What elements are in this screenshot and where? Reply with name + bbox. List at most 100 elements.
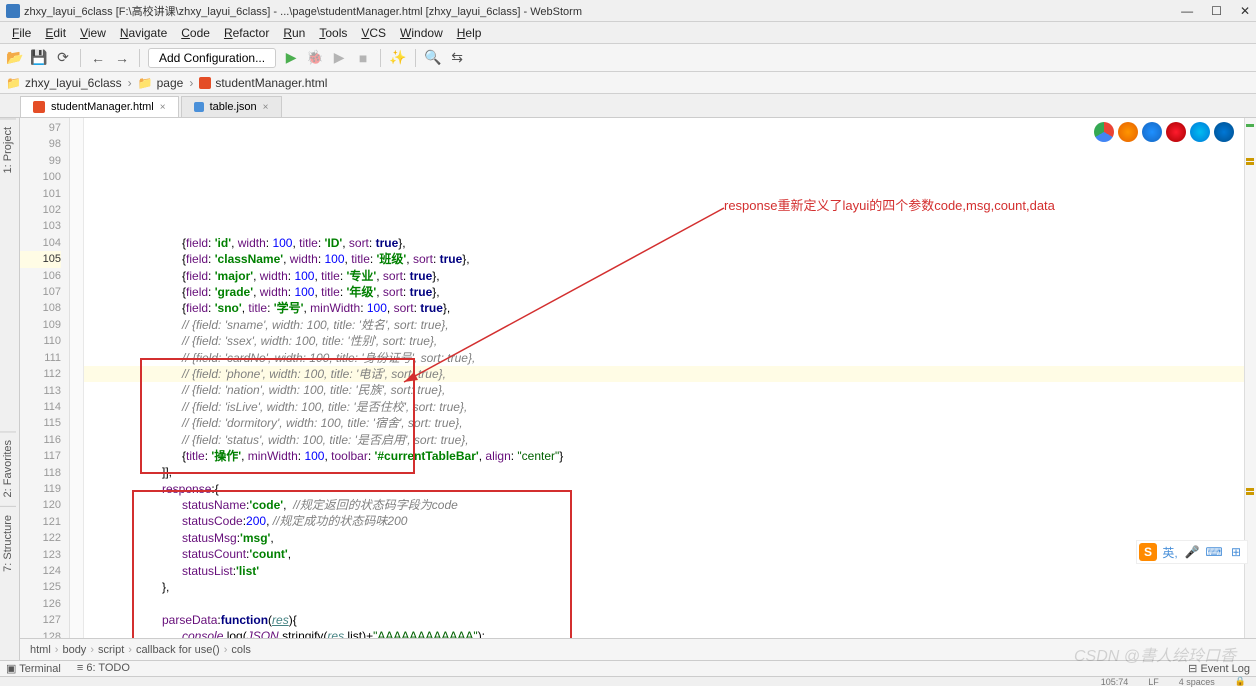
- ime-toolbar: S 英, 🎤 ⌨ ⊞: [1136, 540, 1248, 564]
- code-line[interactable]: {title: '操作', minWidth: 100, toolbar: '#…: [84, 448, 1256, 464]
- save-icon[interactable]: 💾: [30, 49, 48, 67]
- menu-file[interactable]: File: [6, 24, 37, 42]
- sogou-icon[interactable]: S: [1139, 543, 1157, 561]
- ime-lang[interactable]: 英,: [1161, 543, 1179, 561]
- code-line[interactable]: statusMsg:'msg',: [84, 530, 1256, 546]
- ie-icon[interactable]: [1190, 122, 1210, 142]
- code-line[interactable]: {field: 'sno', title: '学号', minWidth: 10…: [84, 300, 1256, 316]
- add-configuration-button[interactable]: Add Configuration...: [148, 48, 276, 68]
- grid-icon[interactable]: ⊞: [1227, 543, 1245, 561]
- separator: [139, 49, 140, 67]
- folder-page[interactable]: 📁page: [138, 76, 184, 90]
- open-icon[interactable]: 📂: [6, 49, 24, 67]
- menu-bar: FileEditViewNavigateCodeRefactorRunTools…: [0, 22, 1256, 44]
- code-line[interactable]: statusCount:'count',: [84, 546, 1256, 562]
- stop-icon[interactable]: ■: [354, 49, 372, 67]
- menu-navigate[interactable]: Navigate: [114, 24, 173, 42]
- tab-tablejson[interactable]: table.json ×: [181, 96, 282, 117]
- code-line[interactable]: // {field: 'dormitory', width: 100, titl…: [84, 415, 1256, 431]
- maximize-button[interactable]: ☐: [1211, 4, 1222, 18]
- code-line[interactable]: {field: 'major', width: 100, title: '专业'…: [84, 268, 1256, 284]
- menu-window[interactable]: Window: [394, 24, 449, 42]
- code-line[interactable]: parseData:function(res){: [84, 612, 1256, 628]
- menu-edit[interactable]: Edit: [39, 24, 72, 42]
- safari-icon[interactable]: [1142, 122, 1162, 142]
- separator: [80, 49, 81, 67]
- code-line[interactable]: response:{: [84, 481, 1256, 497]
- warning-mark[interactable]: [1246, 162, 1254, 165]
- minimize-button[interactable]: —: [1181, 4, 1193, 18]
- code-line[interactable]: ]],: [84, 464, 1256, 480]
- json-icon: [194, 102, 204, 112]
- code-line[interactable]: },: [84, 579, 1256, 595]
- code-line[interactable]: {field: 'grade', width: 100, title: '年级'…: [84, 284, 1256, 300]
- project-tool[interactable]: 1: Project: [0, 118, 16, 181]
- lock-icon[interactable]: 🔒: [1235, 676, 1246, 687]
- warning-mark[interactable]: [1246, 488, 1254, 491]
- menu-run[interactable]: Run: [277, 24, 311, 42]
- opera-icon[interactable]: [1166, 122, 1186, 142]
- code-line[interactable]: statusName:'code', //规定返回的状态码字段为code: [84, 497, 1256, 513]
- keyboard-icon[interactable]: ⌨: [1205, 543, 1223, 561]
- forward-icon[interactable]: →: [113, 49, 131, 67]
- close-icon[interactable]: ×: [263, 102, 269, 113]
- structure-tool[interactable]: 7: Structure: [0, 506, 16, 580]
- breadcrumb-item[interactable]: script: [94, 644, 128, 656]
- code-line[interactable]: {field: 'className', width: 100, title: …: [84, 251, 1256, 267]
- todo-tool[interactable]: ≡ 6: TODO: [77, 662, 130, 675]
- code-line[interactable]: statusList:'list': [84, 563, 1256, 579]
- debug-icon[interactable]: 🐞: [306, 49, 324, 67]
- code-line[interactable]: console.log(JSON.stringify(res.list)+"AA…: [84, 628, 1256, 638]
- code-line[interactable]: // {field: 'nation', width: 100, title: …: [84, 382, 1256, 398]
- favorites-tool[interactable]: 2: Favorites: [0, 431, 16, 505]
- refresh-icon[interactable]: ⟳: [54, 49, 72, 67]
- code-line[interactable]: // {field: 'cardNo', width: 100, title: …: [84, 350, 1256, 366]
- menu-tools[interactable]: Tools: [313, 24, 353, 42]
- line-separator: LF: [1148, 677, 1159, 687]
- menu-view[interactable]: View: [74, 24, 112, 42]
- code-line[interactable]: // {field: 'ssex', width: 100, title: '性…: [84, 333, 1256, 349]
- editor-tabs: studentManager.html × table.json ×: [0, 94, 1256, 118]
- code-line[interactable]: [84, 595, 1256, 611]
- coverage-icon[interactable]: ▶: [330, 49, 348, 67]
- firefox-icon[interactable]: [1118, 122, 1138, 142]
- terminal-tool[interactable]: ▣ Terminal: [6, 662, 61, 675]
- code-line[interactable]: // {field: 'sname', width: 100, title: '…: [84, 317, 1256, 333]
- menu-vcs[interactable]: VCS: [355, 24, 392, 42]
- indent-info: 4 spaces: [1179, 677, 1215, 687]
- breadcrumb-item[interactable]: body: [58, 644, 90, 656]
- edge-icon[interactable]: [1214, 122, 1234, 142]
- breadcrumb-item[interactable]: callback for use(): [132, 644, 224, 656]
- gutter: 9798991001011021031041051061071081091101…: [20, 118, 70, 638]
- tab-studentmanager[interactable]: studentManager.html ×: [20, 96, 179, 117]
- current-file[interactable]: studentManager.html: [199, 76, 327, 90]
- editor[interactable]: 9798991001011021031041051061071081091101…: [20, 118, 1256, 638]
- breadcrumb-item[interactable]: html: [26, 644, 55, 656]
- code-line[interactable]: // {field: 'status', width: 100, title: …: [84, 432, 1256, 448]
- warning-mark[interactable]: [1246, 158, 1254, 161]
- code-line[interactable]: {field: 'id', width: 100, title: 'ID', s…: [84, 235, 1256, 251]
- tab-label: studentManager.html: [51, 101, 154, 113]
- code-line[interactable]: // {field: 'phone', width: 100, title: '…: [84, 366, 1256, 382]
- run-icon[interactable]: ▶: [282, 49, 300, 67]
- code-area[interactable]: {field: 'id', width: 100, title: 'ID', s…: [84, 118, 1256, 638]
- hierarchy-icon[interactable]: ⇆: [448, 49, 466, 67]
- project-root[interactable]: 📁zhxy_layui_6class: [6, 76, 122, 90]
- search-icon[interactable]: 🔍: [424, 49, 442, 67]
- menu-code[interactable]: Code: [175, 24, 216, 42]
- breadcrumb-item[interactable]: cols: [227, 644, 255, 656]
- code-line[interactable]: // {field: 'isLive', width: 100, title: …: [84, 399, 1256, 415]
- warning-mark[interactable]: [1246, 492, 1254, 495]
- event-log-tool[interactable]: ⊟ Event Log: [1188, 662, 1250, 675]
- mic-icon[interactable]: 🎤: [1183, 543, 1201, 561]
- close-button[interactable]: ✕: [1240, 4, 1250, 18]
- chrome-icon[interactable]: [1094, 122, 1114, 142]
- code-line[interactable]: statusCode:200, //规定成功的状态码味200: [84, 513, 1256, 529]
- wand-icon[interactable]: ✨: [389, 49, 407, 67]
- back-icon[interactable]: ←: [89, 49, 107, 67]
- caret-position: 105:74: [1101, 677, 1129, 687]
- close-icon[interactable]: ×: [160, 102, 166, 113]
- left-tool-strip: 1: Project 2: Favorites 7: Structure: [0, 118, 20, 660]
- menu-help[interactable]: Help: [451, 24, 488, 42]
- menu-refactor[interactable]: Refactor: [218, 24, 275, 42]
